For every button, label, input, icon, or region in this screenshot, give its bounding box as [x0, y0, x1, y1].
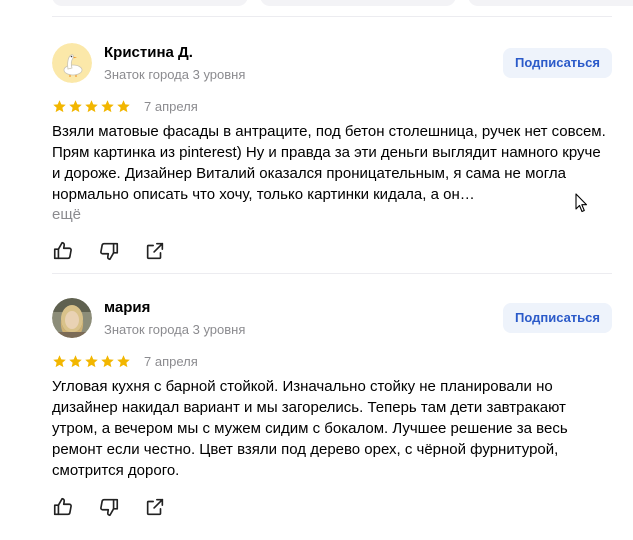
goose-avatar-icon	[52, 43, 92, 83]
share-icon[interactable]	[144, 240, 166, 262]
star-rating	[52, 354, 131, 369]
filter-pill[interactable]	[260, 0, 456, 6]
filter-pill[interactable]	[468, 0, 633, 6]
star-rating	[52, 99, 131, 114]
reviews-page: Кристина Д. Знаток города 3 уровня Подпи…	[0, 0, 633, 540]
avatar[interactable]	[52, 298, 92, 338]
star-icon	[101, 99, 114, 112]
subscribe-button[interactable]: Подписаться	[502, 303, 612, 333]
author-name[interactable]: мария	[104, 299, 150, 316]
thumb-up-icon[interactable]	[52, 240, 74, 262]
subscribe-button[interactable]: Подписаться	[502, 48, 612, 78]
review-actions	[52, 240, 166, 262]
review-text: Угловая кухня с барной стойкой. Изначаль…	[52, 378, 568, 479]
review-date: 7 апреля	[144, 353, 198, 369]
rating-row: 7 апреля	[52, 352, 198, 370]
star-icon	[69, 99, 82, 112]
star-icon	[53, 99, 66, 112]
more-link[interactable]: ещё	[52, 204, 81, 225]
filter-pill[interactable]	[52, 0, 248, 6]
user-photo-avatar	[52, 298, 92, 338]
star-icon	[85, 99, 98, 112]
rating-row: 7 апреля	[52, 97, 198, 115]
star-icon	[101, 354, 114, 367]
star-icon	[117, 354, 130, 367]
thumb-down-icon[interactable]	[98, 240, 120, 262]
review-date: 7 апреля	[144, 98, 198, 114]
star-icon	[117, 99, 130, 112]
author-level: Знаток города 3 уровня	[104, 67, 246, 82]
star-icon	[53, 354, 66, 367]
thumb-up-icon[interactable]	[52, 496, 74, 518]
author-name[interactable]: Кристина Д.	[104, 44, 193, 61]
author-level: Знаток города 3 уровня	[104, 322, 246, 337]
star-icon	[69, 354, 82, 367]
star-icon	[85, 354, 98, 367]
mouse-cursor-icon	[575, 193, 588, 213]
divider	[52, 16, 612, 17]
thumb-down-icon[interactable]	[98, 496, 120, 518]
divider	[52, 273, 612, 274]
share-icon[interactable]	[144, 496, 166, 518]
avatar[interactable]	[52, 43, 92, 83]
review-actions	[52, 496, 166, 518]
top-filter-pills	[52, 0, 633, 6]
review-text: Взяли матовые фасады в антраците, под бе…	[52, 123, 606, 203]
